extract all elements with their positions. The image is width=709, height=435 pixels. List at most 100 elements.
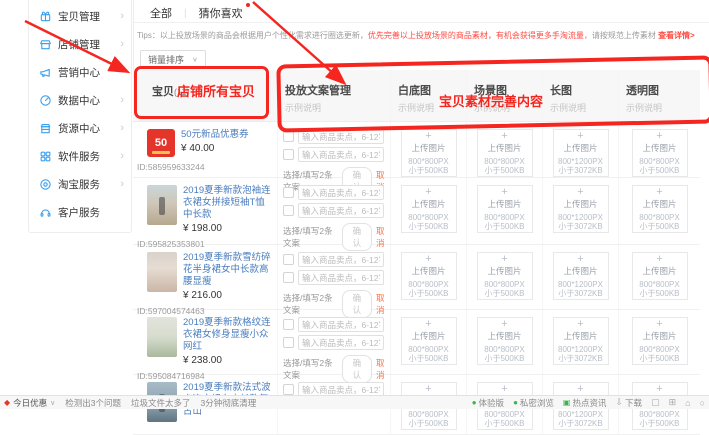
upload-image-box[interactable]: +上传图片800*800PX小于500KB bbox=[632, 317, 688, 365]
copy-checkbox[interactable] bbox=[283, 254, 294, 265]
selling-point-input[interactable] bbox=[298, 335, 384, 350]
copy-header-label: 投放文案管理 bbox=[285, 82, 390, 98]
tab-all[interactable]: 全部 bbox=[150, 5, 172, 21]
sidebar-item-label: 软件服务 bbox=[58, 149, 100, 164]
statusbar-tool-icon-3[interactable]: ⌂ bbox=[685, 398, 690, 408]
upload-size-hint: 800*800PX小于500KB bbox=[408, 410, 448, 428]
brand-icon: ◆ bbox=[4, 398, 10, 407]
copy-header-sub[interactable]: 示例说明 bbox=[285, 101, 390, 114]
upload-image-box[interactable]: +上传图片800*800PX小于500KB bbox=[401, 129, 457, 177]
product-title-link[interactable]: 2019夏季新款雪纺碎花半身裙女中长款高腰显瘦 bbox=[183, 252, 273, 288]
product-thumbnail[interactable] bbox=[147, 317, 177, 357]
statusbar-status-item[interactable]: ●体验版 bbox=[472, 397, 504, 409]
upload-label: 上传图片 bbox=[563, 142, 597, 154]
product-thumbnail[interactable]: 50 bbox=[147, 129, 175, 157]
green-dot-icon: ● bbox=[472, 398, 477, 407]
copy-checkbox[interactable] bbox=[283, 131, 294, 142]
tips-text-gray2: ，请按规范上传素材 bbox=[584, 31, 658, 40]
upload-size-hint: 800*800PX小于500KB bbox=[408, 157, 448, 175]
selling-point-input[interactable] bbox=[298, 252, 384, 267]
upload-image-box[interactable]: +上传图片800*1200PX小于3072KB bbox=[553, 252, 609, 300]
selling-point-input[interactable] bbox=[298, 317, 384, 332]
status-item-label: 热点资讯 bbox=[572, 397, 606, 409]
copy-checkbox[interactable] bbox=[283, 384, 294, 395]
selling-point-input[interactable] bbox=[298, 203, 384, 218]
statusbar-status-item[interactable]: ●私密浏览 bbox=[513, 397, 554, 409]
upload-image-box[interactable]: +上传图片800*800PX小于500KB bbox=[401, 317, 457, 365]
sidebar-item-2[interactable]: 店铺管理› bbox=[29, 30, 131, 58]
sort-dropdown[interactable]: 销量排序 ∨ bbox=[140, 50, 206, 68]
sidebar-item-4[interactable]: 数据中心› bbox=[29, 86, 131, 114]
product-thumbnail[interactable] bbox=[147, 185, 177, 225]
statusbar-text: 3分钟彻底清理 bbox=[201, 397, 257, 409]
upload-image-box[interactable]: +上传图片800*1200PX小于3072KB bbox=[553, 317, 609, 365]
customer-icon bbox=[39, 206, 52, 219]
copy-checkbox[interactable] bbox=[283, 319, 294, 330]
product-thumbnail[interactable] bbox=[147, 252, 177, 292]
copy-checkbox[interactable] bbox=[283, 149, 294, 160]
image-col-sub[interactable]: 示例说明 bbox=[550, 101, 618, 114]
upload-image-box[interactable]: +上传图片800*800PX小于500KB bbox=[477, 317, 533, 365]
upload-image-box[interactable]: +上传图片800*800PX小于500KB bbox=[401, 185, 457, 233]
plus-icon: + bbox=[501, 319, 507, 329]
statusbar-tool-icon-1[interactable]: ▢ bbox=[651, 397, 660, 408]
column-header-白底图: 白底图示例说明 bbox=[390, 70, 466, 121]
plus-icon: + bbox=[501, 384, 507, 394]
upload-image-box[interactable]: +上传图片800*800PX小于500KB bbox=[477, 185, 533, 233]
product-title-link[interactable]: 2019夏季新款泡袖连衣裙女拼接短袖T恤中长款 bbox=[183, 185, 273, 221]
sidebar: 宝贝管理›店铺管理›营销中心数据中心›货源中心›软件服务›淘宝服务›客户服务 bbox=[28, 0, 132, 233]
upload-cell: +上传图片800*800PX小于500KB bbox=[618, 245, 700, 309]
upload-label: 上传图片 bbox=[563, 198, 597, 210]
copy-cell: 选择/填写2条文案确认取消 bbox=[277, 310, 390, 374]
statusbar-brand[interactable]: ◆今日优惠∨ bbox=[4, 397, 55, 409]
selling-point-input[interactable] bbox=[298, 185, 384, 200]
copy-checkbox[interactable] bbox=[283, 187, 294, 198]
copy-checkbox[interactable] bbox=[283, 337, 294, 348]
upload-image-box[interactable]: +上传图片800*800PX小于500KB bbox=[632, 129, 688, 177]
image-col-label: 场景图 bbox=[474, 82, 542, 98]
status-bar: ◆今日优惠∨检测出3个问题垃圾文件太多了3分钟彻底清理 ●体验版●私密浏览▣热点… bbox=[0, 395, 709, 409]
upload-cell: +上传图片800*800PX小于500KB bbox=[466, 178, 542, 244]
software-icon bbox=[39, 150, 52, 163]
upload-image-box[interactable]: +上传图片800*800PX小于500KB bbox=[477, 252, 533, 300]
copy-checkbox[interactable] bbox=[283, 205, 294, 216]
treasure-icon bbox=[39, 10, 52, 23]
upload-label: 上传图片 bbox=[563, 265, 597, 277]
supply-icon bbox=[39, 122, 52, 135]
upload-image-box[interactable]: +上传图片800*800PX小于500KB bbox=[632, 185, 688, 233]
image-col-sub[interactable]: 示例说明 bbox=[474, 101, 542, 114]
sidebar-item-7[interactable]: 淘宝服务› bbox=[29, 170, 131, 198]
statusbar-tool-icon-2[interactable]: ⊞ bbox=[669, 397, 677, 408]
image-col-sub[interactable]: 示例说明 bbox=[398, 101, 466, 114]
tab-guess-you-like[interactable]: 猜你喜欢 bbox=[199, 8, 243, 20]
upload-image-box[interactable]: +上传图片800*1200PX小于3072KB bbox=[553, 185, 609, 233]
upload-size-hint: 800*800PX小于500KB bbox=[639, 410, 679, 428]
product-price: ¥ 238.00 bbox=[183, 355, 273, 366]
statusbar-tool-icon-4[interactable]: ○ bbox=[700, 398, 705, 408]
upload-image-box[interactable]: +上传图片800*1200PX小于3072KB bbox=[553, 129, 609, 177]
sidebar-item-5[interactable]: 货源中心› bbox=[29, 114, 131, 142]
selling-point-input[interactable] bbox=[298, 147, 384, 162]
statusbar-status-item[interactable]: ▣热点资讯 bbox=[563, 397, 607, 409]
sidebar-item-6[interactable]: 软件服务› bbox=[29, 142, 131, 170]
selling-point-input[interactable] bbox=[298, 270, 384, 285]
copy-checkbox[interactable] bbox=[283, 272, 294, 283]
sidebar-item-3[interactable]: 营销中心 bbox=[29, 58, 131, 86]
plus-icon: + bbox=[656, 187, 662, 197]
upload-image-box[interactable]: +上传图片800*800PX小于500KB bbox=[401, 252, 457, 300]
sidebar-item-8[interactable]: 客户服务 bbox=[29, 198, 131, 226]
status-bar-right: ●体验版 ●私密浏览 ▣热点资讯 ⇩下载 ▢ ⊞ ⌂ ○ bbox=[472, 397, 705, 409]
product-title-link[interactable]: 2019夏季新款格纹连衣裙女修身显瘦小众网红 bbox=[183, 317, 273, 353]
sidebar-item-1[interactable]: 宝贝管理› bbox=[29, 2, 131, 30]
tips-text-red: 优先完善以上投放场景的商品素材，有机会获得更多手淘流量 bbox=[368, 31, 584, 40]
upload-cell: +上传图片800*800PX小于500KB bbox=[390, 310, 466, 374]
table-row: 5050元新品优惠券¥ 40.00ID:585959633244选择/填写2条文… bbox=[133, 122, 700, 178]
image-col-sub[interactable]: 示例说明 bbox=[626, 101, 700, 114]
product-title-link[interactable]: 50元新品优惠券 bbox=[181, 129, 273, 141]
statusbar-download-item[interactable]: ⇩下载 bbox=[616, 397, 643, 409]
upload-image-box[interactable]: +上传图片800*800PX小于500KB bbox=[477, 129, 533, 177]
selling-point-input[interactable] bbox=[298, 129, 384, 144]
tips-detail-link[interactable]: 查看详情> bbox=[658, 31, 695, 40]
table-header-row: 宝贝(11)投放文案管理示例说明白底图示例说明场景图示例说明长图示例说明透明图示… bbox=[133, 70, 700, 122]
upload-image-box[interactable]: +上传图片800*800PX小于500KB bbox=[632, 252, 688, 300]
